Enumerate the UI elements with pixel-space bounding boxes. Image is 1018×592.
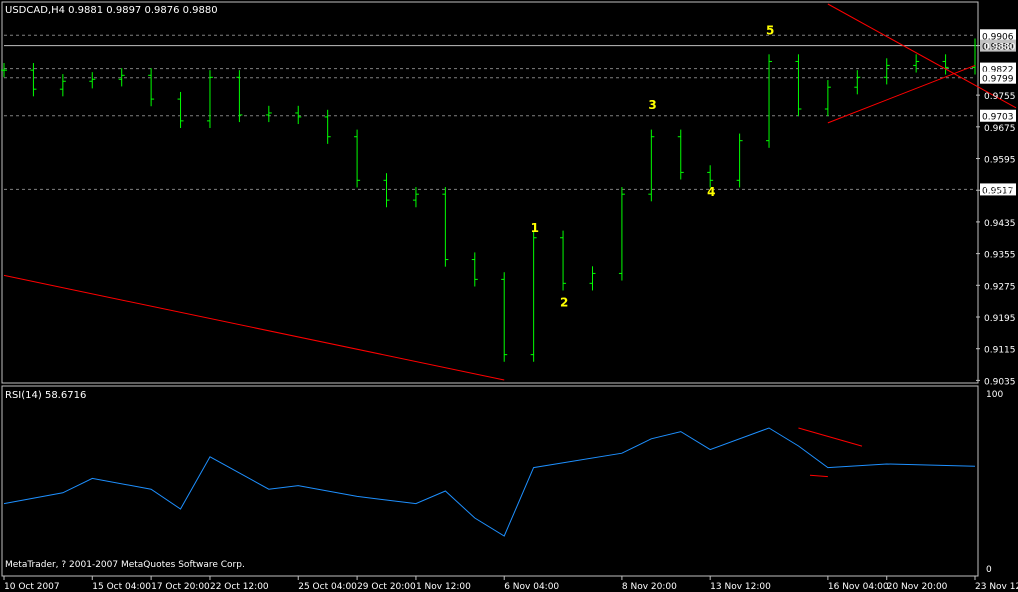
price-tick-label: 0.9515 (984, 187, 1016, 197)
time-tick-label: 15 Oct 04:00 (92, 582, 151, 592)
price-tick-label: 0.9035 (984, 377, 1016, 387)
time-tick-label: 22 Oct 12:00 (210, 582, 269, 592)
rsi-axis-label-0: 0 (986, 565, 992, 575)
wave-label-4: 4 (707, 185, 715, 199)
time-tick-label: 8 Nov 20:00 (622, 582, 677, 592)
time-tick-label: 23 Nov 12:00 (975, 582, 1018, 592)
price-tick-label: 0.9355 (984, 251, 1016, 261)
wave-label-1: 1 (531, 221, 539, 235)
wave-label-3: 3 (648, 98, 656, 112)
time-tick-label: 1 Nov 12:00 (416, 582, 471, 592)
price-tick-label: 0.9195 (984, 314, 1016, 324)
price-panel-title: USDCAD,H4 0.9881 0.9897 0.9876 0.9880 (5, 5, 218, 16)
wave-label-5: 5 (766, 24, 774, 38)
price-tick-label: 0.9115 (984, 346, 1016, 356)
time-tick-label: 10 Oct 2007 (4, 582, 60, 592)
time-tick-label: 29 Oct 20:00 (357, 582, 416, 592)
level-label: 0.9703 (982, 113, 1014, 123)
copyright-footer: MetaTrader, ? 2001-2007 MetaQuotes Softw… (5, 560, 245, 570)
time-tick-label: 6 Nov 04:00 (504, 582, 559, 592)
price-tick-label: 0.9275 (984, 282, 1016, 292)
time-tick-label: 25 Oct 04:00 (298, 582, 357, 592)
time-tick-label: 13 Nov 12:00 (710, 582, 771, 592)
wave-label-2: 2 (560, 295, 568, 309)
time-tick-label: 17 Oct 20:00 (151, 582, 210, 592)
rsi-panel-title: RSI(14) 58.6716 (5, 390, 86, 401)
price-tick-label: 0.9755 (984, 92, 1016, 102)
chart-background (0, 0, 1018, 592)
time-tick-label: 16 Nov 04:00 (828, 582, 889, 592)
time-tick-label: 20 Nov 20:00 (887, 582, 948, 592)
price-tick-label: 0.9595 (984, 156, 1016, 166)
price-tick-label: 0.9880 (984, 43, 1016, 53)
trading-chart-window[interactable]: 0.99060.98800.98220.97990.97030.9517 123… (0, 0, 1018, 592)
rsi-axis-label-100: 100 (986, 390, 1003, 400)
level-label: 0.9799 (982, 75, 1014, 85)
price-tick-label: 0.9675 (984, 124, 1016, 134)
price-tick-label: 0.9435 (984, 219, 1016, 229)
